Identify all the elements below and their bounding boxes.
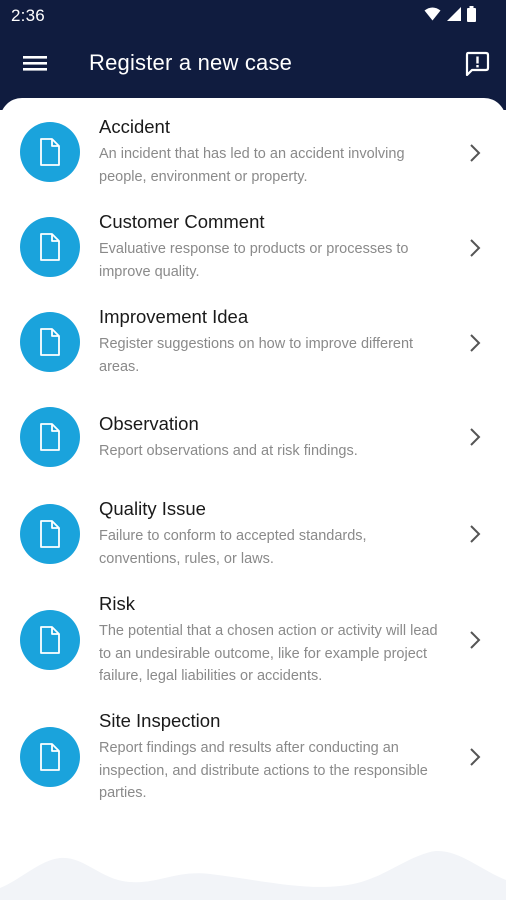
document-icon-circle xyxy=(20,122,80,182)
list-item-site-inspection[interactable]: Site Inspection Report findings and resu… xyxy=(0,702,506,812)
document-icon-circle xyxy=(20,727,80,787)
chevron-right-icon xyxy=(470,631,481,649)
document-icon-circle xyxy=(20,217,80,277)
list-item-customer-comment[interactable]: Customer Comment Evaluative response to … xyxy=(0,203,506,291)
chevron-right-icon xyxy=(470,239,481,257)
signal-icon xyxy=(447,7,461,26)
feedback-icon[interactable] xyxy=(464,50,490,77)
document-icon xyxy=(40,233,60,261)
list-item-title: Accident xyxy=(99,116,170,137)
list-item-description: Register suggestions on how to improve d… xyxy=(99,336,414,375)
list-item-description: Failure to conform to accepted standards… xyxy=(99,528,367,567)
list-item-description: Evaluative response to products or proce… xyxy=(99,241,409,280)
list-item-title: Quality Issue xyxy=(99,498,206,519)
list-item-title: Customer Comment xyxy=(99,211,265,232)
document-icon xyxy=(40,626,60,654)
document-icon xyxy=(40,328,60,356)
chevron-right-icon xyxy=(470,525,481,543)
document-icon-circle xyxy=(20,407,80,467)
chevron-right-icon xyxy=(470,334,481,352)
menu-icon[interactable] xyxy=(22,52,48,74)
list-item-observation[interactable]: Observation Report observations and at r… xyxy=(0,393,506,481)
list-item-accident[interactable]: Accident An incident that has led to an … xyxy=(0,108,506,196)
list-item-risk[interactable]: Risk The potential that a chosen action … xyxy=(0,585,506,695)
list-item-description: An incident that has led to an accident … xyxy=(99,146,405,185)
page-title: Register a new case xyxy=(89,50,293,75)
list-item-improvement-idea[interactable]: Improvement Idea Register suggestions on… xyxy=(0,298,506,386)
list-item-description: The potential that a chosen action or ac… xyxy=(99,623,438,684)
document-icon xyxy=(40,520,60,548)
document-icon xyxy=(40,423,60,451)
status-icons xyxy=(424,6,476,27)
battery-icon xyxy=(467,6,476,27)
document-icon-circle xyxy=(20,504,80,564)
list-item-quality-issue[interactable]: Quality Issue Failure to conform to acce… xyxy=(0,490,506,578)
chevron-right-icon xyxy=(470,428,481,446)
chevron-right-icon xyxy=(470,748,481,766)
document-icon-circle xyxy=(20,312,80,372)
chevron-right-icon xyxy=(470,144,481,162)
wifi-icon xyxy=(424,7,441,26)
list-item-description: Report observations and at risk findings… xyxy=(99,443,358,459)
list-item-title: Improvement Idea xyxy=(99,306,249,327)
document-icon-circle xyxy=(20,610,80,670)
case-type-sheet: Accident An incident that has led to an … xyxy=(0,98,506,900)
list-item-title: Risk xyxy=(99,593,135,614)
background-waves xyxy=(0,851,506,900)
document-icon xyxy=(40,138,60,166)
list-item-title: Site Inspection xyxy=(99,710,221,731)
status-bar: 2:36 xyxy=(0,0,506,30)
document-icon xyxy=(40,743,60,771)
list-item-description: Report findings and results after conduc… xyxy=(99,740,428,801)
status-time: 2:36 xyxy=(11,6,45,25)
list-item-title: Observation xyxy=(99,413,199,434)
